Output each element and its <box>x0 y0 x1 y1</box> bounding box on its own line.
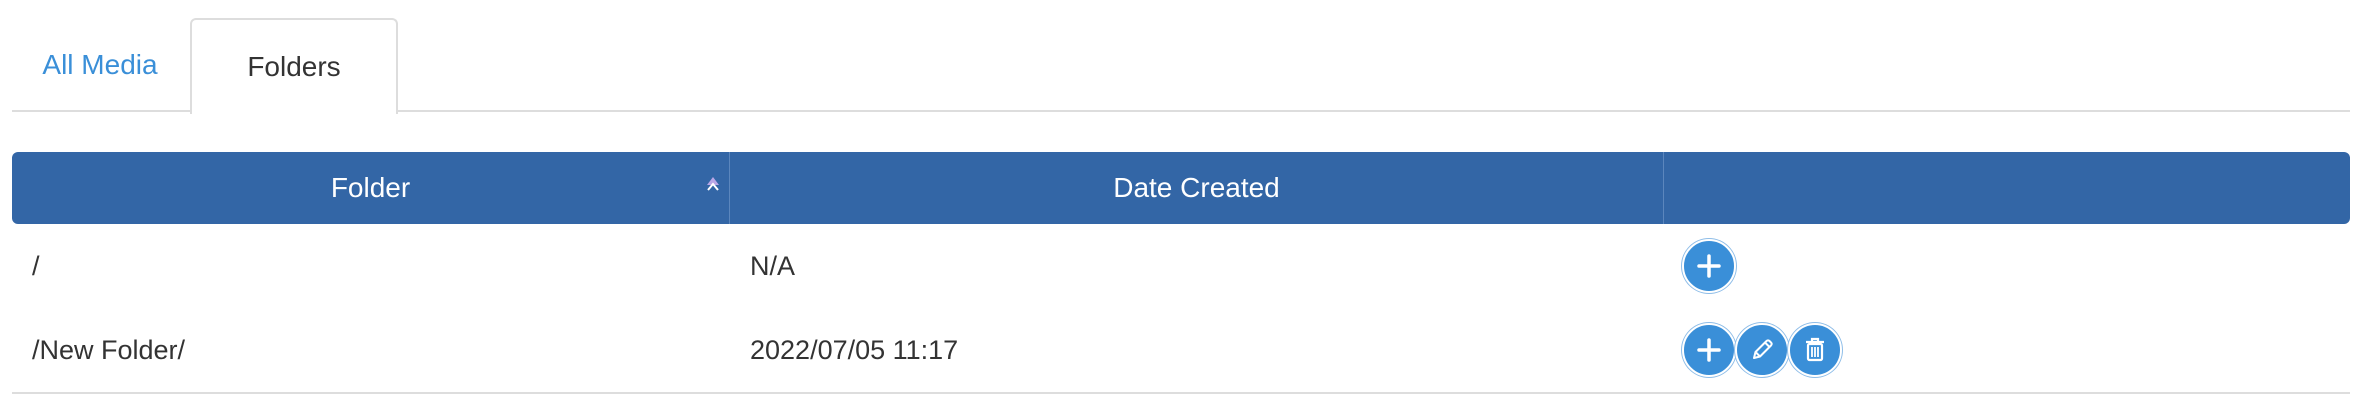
column-header-folder[interactable]: Folder <box>12 152 730 224</box>
pencil-icon <box>1753 339 1773 359</box>
date-created: N/A <box>750 250 796 281</box>
folders-table: Folder Date Created / N/A /New Folder/ 2… <box>12 152 2350 394</box>
plus-icon <box>1697 338 1721 362</box>
row-actions <box>1682 308 2342 392</box>
date-created: 2022/07/05 11:17 <box>750 334 959 365</box>
column-header-actions <box>1664 152 2350 224</box>
column-header-folder-label: Folder <box>330 172 411 203</box>
column-header-date-created[interactable]: Date Created <box>730 152 1664 224</box>
tab-all-media[interactable]: All Media <box>12 18 188 112</box>
column-header-date-created-label: Date Created <box>1113 172 1280 203</box>
delete-folder-button[interactable] <box>1788 323 1842 377</box>
add-folder-button[interactable] <box>1682 323 1736 377</box>
tab-bar: All Media Folders <box>12 18 2350 114</box>
table-header: Folder Date Created <box>12 152 2350 224</box>
folder-path: /New Folder/ <box>32 334 186 365</box>
table-row: / N/A <box>12 224 2350 308</box>
plus-icon <box>1697 254 1721 278</box>
sort-ascending-icon[interactable] <box>705 174 721 196</box>
table-row: /New Folder/ 2022/07/05 11:17 <box>12 308 2350 394</box>
tab-folders[interactable]: Folders <box>190 18 398 114</box>
add-folder-button[interactable] <box>1682 239 1736 293</box>
media-manager: All Media Folders Folder Date Created / … <box>0 0 2364 410</box>
trash-icon <box>1806 337 1824 362</box>
row-actions <box>1682 224 2342 308</box>
folder-path: / <box>32 250 40 281</box>
edit-folder-button[interactable] <box>1735 323 1789 377</box>
